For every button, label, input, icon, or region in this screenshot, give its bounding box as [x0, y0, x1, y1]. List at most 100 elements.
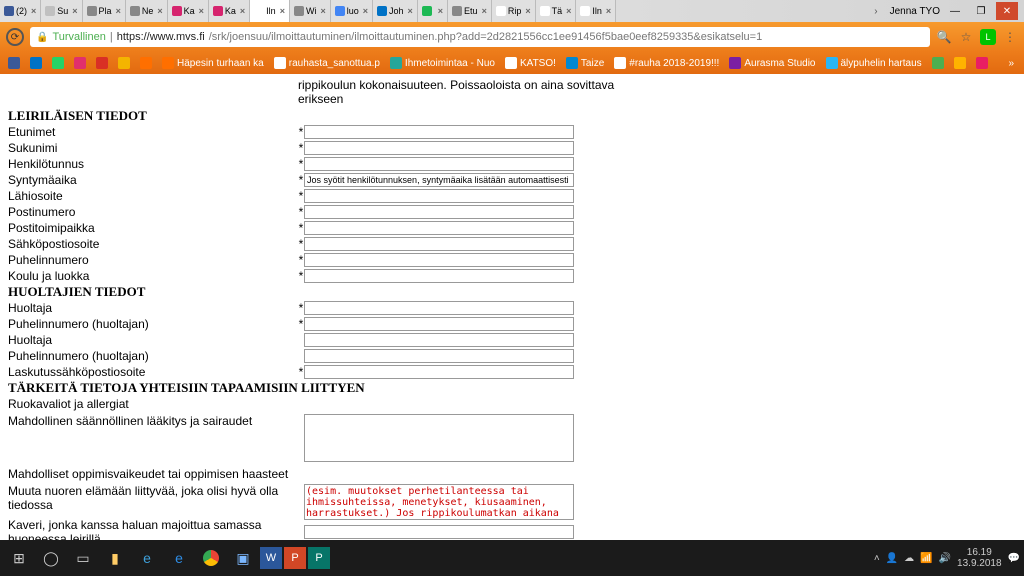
close-icon[interactable]: ×	[157, 6, 162, 16]
input-hetu[interactable]	[304, 157, 574, 171]
browser-tab[interactable]: Wi×	[290, 0, 331, 22]
input-huoltaja1[interactable]	[304, 301, 574, 315]
window-maximize[interactable]: ❐	[970, 2, 992, 20]
close-icon[interactable]: ×	[72, 6, 77, 16]
input-email[interactable]	[304, 237, 574, 251]
close-icon[interactable]: ×	[438, 6, 443, 16]
star-icon[interactable]: ☆	[958, 29, 974, 45]
close-icon[interactable]: ×	[363, 6, 368, 16]
input-sukunimi[interactable]	[304, 141, 574, 155]
tray-people-icon[interactable]: 👤	[886, 553, 898, 564]
tray-cloud-icon[interactable]: ☁	[904, 553, 914, 564]
window-minimize[interactable]: —	[944, 2, 966, 20]
close-icon[interactable]: ×	[482, 6, 487, 16]
window-close[interactable]: ✕	[996, 2, 1018, 20]
bookmark-item[interactable]: KATSO!	[501, 57, 560, 69]
bookmark-item[interactable]	[114, 57, 134, 69]
label-postinumero: Postinumero	[8, 205, 298, 219]
browser-tab[interactable]: Ne×	[126, 0, 168, 22]
input-lahiosoite[interactable]	[304, 189, 574, 203]
bookmark-item[interactable]	[972, 57, 992, 69]
line-ext-icon[interactable]: L	[980, 29, 996, 45]
address-bar[interactable]: 🔒 Turvallinen | https://www.mvs.fi/srk/j…	[30, 27, 930, 47]
close-icon[interactable]: ×	[199, 6, 204, 16]
browser-tab[interactable]: Pla×	[83, 0, 126, 22]
reload-button[interactable]: ⟳	[6, 28, 24, 46]
tray-network-icon[interactable]: 📶	[920, 553, 932, 564]
label-koulu: Koulu ja luokka	[8, 269, 298, 283]
input-koulu[interactable]	[304, 269, 574, 283]
ie-icon[interactable]: e	[164, 543, 194, 573]
input-huoltaja2[interactable]	[304, 333, 574, 347]
chrome-icon[interactable]	[196, 543, 226, 573]
close-icon[interactable]: ×	[606, 6, 611, 16]
app-icon-1[interactable]: ▣	[228, 543, 258, 573]
bookmark-item[interactable]	[48, 57, 68, 69]
bookmark-item[interactable]: Häpesin turhaan ka	[158, 57, 268, 69]
input-huoltaja1-puh[interactable]	[304, 317, 574, 331]
input-postitoimipaikka[interactable]	[304, 221, 574, 235]
browser-tab[interactable]: Ka×	[168, 0, 209, 22]
bookmark-item[interactable]: #rauha 2018-2019!!!	[610, 57, 723, 69]
tabs-overflow[interactable]: ›	[868, 6, 883, 17]
bookmark-item[interactable]: Aurasma Studio	[725, 57, 819, 69]
tray-notifications-icon[interactable]: 💬	[1008, 553, 1020, 564]
section-guardians: HUOLTAJIEN TIEDOT	[8, 284, 1016, 300]
taskview-icon[interactable]: ▭	[68, 543, 98, 573]
file-explorer-icon[interactable]: ▮	[100, 543, 130, 573]
menu-icon[interactable]: ⋮	[1002, 29, 1018, 45]
textarea-laakitys[interactable]	[304, 414, 574, 462]
bookmark-item[interactable]	[4, 57, 24, 69]
browser-tab[interactable]: Iln×	[576, 0, 616, 22]
edge-icon[interactable]: e	[132, 543, 162, 573]
input-kaveri[interactable]	[304, 525, 574, 539]
input-huoltaja2-puh[interactable]	[304, 349, 574, 363]
close-icon[interactable]: ×	[31, 6, 36, 16]
close-icon[interactable]: ×	[525, 6, 530, 16]
word-icon[interactable]: W	[260, 547, 282, 569]
browser-tab[interactable]: Su×	[41, 0, 82, 22]
bookmark-item[interactable]: Taize	[562, 57, 608, 69]
close-icon[interactable]: ×	[116, 6, 121, 16]
close-icon[interactable]: ×	[408, 6, 413, 16]
browser-tab[interactable]: ×	[418, 0, 448, 22]
bookmark-item[interactable]	[92, 57, 112, 69]
bookmark-item[interactable]	[70, 57, 90, 69]
browser-tab[interactable]: Rip×	[492, 0, 536, 22]
bookmark-item[interactable]	[928, 57, 948, 69]
search-icon[interactable]: 🔍	[936, 29, 952, 45]
input-laskutus-email[interactable]	[304, 365, 574, 379]
input-postinumero[interactable]	[304, 205, 574, 219]
search-taskbar-icon[interactable]: ◯	[36, 543, 66, 573]
browser-tab[interactable]: Ka×	[209, 0, 250, 22]
close-icon[interactable]: ×	[566, 6, 571, 16]
bookmarks-overflow[interactable]: »	[1002, 58, 1020, 69]
input-puhelin[interactable]	[304, 253, 574, 267]
bookmark-item[interactable]: rauhasta_sanottua.p	[270, 57, 384, 69]
browser-tab[interactable]: Etu×	[448, 0, 492, 22]
bookmark-item[interactable]	[136, 57, 156, 69]
label-lahiosoite: Lähiosoite	[8, 189, 298, 203]
input-syntymaaika[interactable]	[304, 173, 574, 187]
close-icon[interactable]: ×	[320, 6, 325, 16]
tray-up-icon[interactable]: ˄	[874, 553, 880, 564]
textarea-muuta[interactable]	[304, 484, 574, 520]
taskbar-clock[interactable]: 16.19 13.9.2018	[957, 547, 1002, 569]
start-button[interactable]: ⊞	[4, 543, 34, 573]
browser-tab[interactable]: Iln×	[250, 0, 290, 22]
close-icon[interactable]: ×	[240, 6, 245, 16]
label-ruokavaliot: Ruokavaliot ja allergiat	[8, 397, 298, 411]
powerpoint-icon[interactable]: P	[284, 547, 306, 569]
close-icon[interactable]: ×	[280, 6, 285, 16]
bookmark-item[interactable]	[950, 57, 970, 69]
bookmark-item[interactable]: älypuhelin hartaus	[822, 57, 926, 69]
bookmark-item[interactable]: Ihmetoimintaa - Nuo	[386, 57, 499, 69]
browser-tab[interactable]: Tä×	[536, 0, 577, 22]
browser-tab[interactable]: luo×	[331, 0, 373, 22]
browser-tab[interactable]: (2)×	[0, 0, 41, 22]
publisher-icon[interactable]: P	[308, 547, 330, 569]
bookmark-item[interactable]	[26, 57, 46, 69]
input-etunimet[interactable]	[304, 125, 574, 139]
browser-tab[interactable]: Joh×	[373, 0, 418, 22]
tray-volume-icon[interactable]: 🔊	[939, 553, 951, 564]
